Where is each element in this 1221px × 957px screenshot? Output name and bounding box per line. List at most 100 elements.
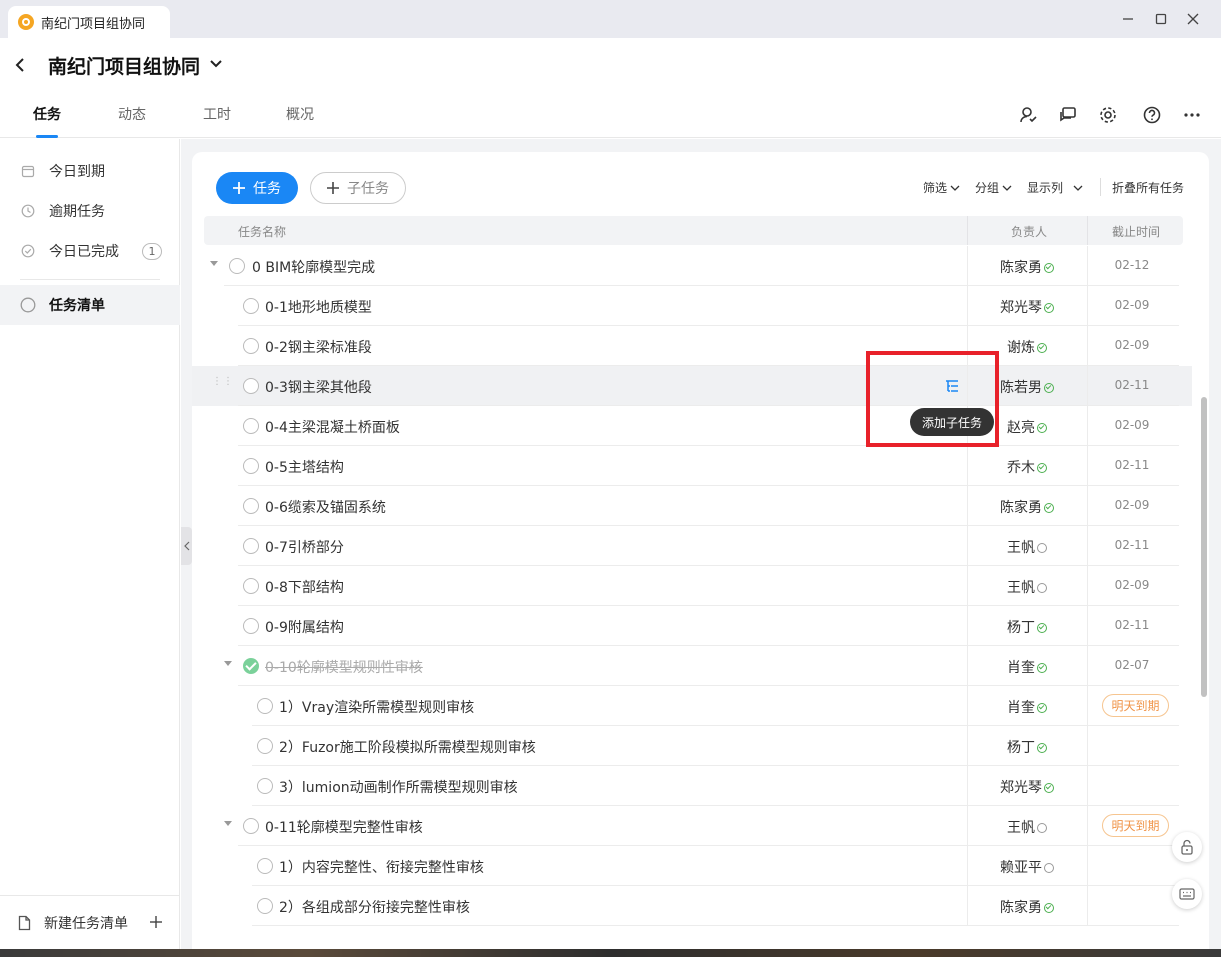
collapse-sidebar-handle[interactable] (181, 527, 192, 565)
add-task-button[interactable]: 任务 (216, 172, 298, 204)
table-row[interactable]: 0-4主梁混凝土桥面板 赵亮 02-09 (192, 406, 1192, 446)
task-name[interactable]: 2）Fuzor施工阶段模拟所需模型规则审核 (279, 737, 536, 757)
task-checkbox[interactable] (257, 698, 273, 714)
table-row[interactable]: 1）Vray渲染所需模型规则审核 肖奎 明天到期 (192, 686, 1192, 726)
maximize-icon[interactable] (1150, 8, 1172, 30)
sidebar-item-due-today[interactable]: 今日到期 (0, 151, 180, 191)
task-checkbox[interactable] (243, 618, 259, 634)
due-date[interactable]: 02-09 (1088, 298, 1176, 312)
new-task-list-button[interactable]: 新建任务清单 (0, 895, 180, 950)
table-row[interactable]: 3）lumion动画制作所需模型规则审核 郑光琴 (192, 766, 1192, 806)
task-name[interactable]: 0 BIM轮廓模型完成 (252, 257, 375, 277)
task-checkbox[interactable] (257, 738, 273, 754)
task-name[interactable]: 0-5主塔结构 (265, 457, 344, 477)
table-row[interactable]: 0-10轮廓模型规则性审核 肖奎 02-07 (192, 646, 1192, 686)
add-subtask-button[interactable]: 子任务 (310, 172, 406, 204)
filter-dropdown[interactable]: 筛选 (923, 179, 961, 196)
task-checkbox[interactable] (229, 258, 245, 274)
table-row[interactable]: 0-1地形地质模型 郑光琴 02-09 (192, 286, 1192, 326)
task-owner[interactable]: 肖奎 (968, 657, 1086, 677)
drag-handle-icon[interactable]: ⋮⋮ (212, 377, 233, 393)
due-date[interactable]: 02-09 (1088, 338, 1176, 352)
table-row[interactable]: 0-5主塔结构 乔木 02-11 (192, 446, 1192, 486)
table-row[interactable]: ⋮⋮ 0-3钢主梁其他段 陈若男 02-11 (192, 366, 1192, 406)
tab-activity[interactable]: 动态 (118, 104, 146, 124)
task-owner[interactable]: 杨丁 (968, 737, 1086, 757)
task-checkbox[interactable] (243, 418, 259, 434)
more-icon[interactable] (1181, 104, 1203, 126)
due-date[interactable]: 02-11 (1088, 618, 1176, 632)
expand-caret-icon[interactable] (224, 661, 232, 666)
task-checkbox[interactable] (257, 778, 273, 794)
task-name[interactable]: 0-9附属结构 (265, 617, 344, 637)
due-date[interactable]: 02-09 (1088, 578, 1176, 592)
expand-caret-icon[interactable] (210, 261, 218, 266)
table-row[interactable]: 0-11轮廓模型完整性审核 王帆 明天到期 (192, 806, 1192, 846)
task-name[interactable]: 1）内容完整性、衔接完整性审核 (279, 857, 484, 877)
table-row[interactable]: 0-9附属结构 杨丁 02-11 (192, 606, 1192, 646)
table-row[interactable]: 0-2钢主梁标准段 谢炼 02-09 (192, 326, 1192, 366)
gear-icon[interactable] (1097, 104, 1119, 126)
sidebar-item-completed-today[interactable]: 今日已完成 1 (0, 231, 180, 271)
task-owner[interactable]: 郑光琴 (968, 777, 1086, 797)
task-owner[interactable]: 杨丁 (968, 617, 1086, 637)
task-checkbox[interactable] (243, 498, 259, 514)
task-checkbox[interactable] (243, 378, 259, 394)
task-checkbox[interactable] (243, 658, 259, 674)
minimize-icon[interactable] (1117, 8, 1139, 30)
task-name[interactable]: 0-10轮廓模型规则性审核 (265, 657, 423, 677)
columns-dropdown[interactable]: 显示列 (1027, 179, 1085, 196)
due-date[interactable]: 02-11 (1088, 378, 1176, 392)
expand-caret-icon[interactable] (224, 821, 232, 826)
members-icon[interactable] (1017, 104, 1039, 126)
task-name[interactable]: 3）lumion动画制作所需模型规则审核 (279, 777, 518, 797)
task-owner[interactable]: 王帆 (968, 537, 1086, 557)
due-date[interactable]: 02-11 (1088, 458, 1176, 472)
task-name[interactable]: 0-8下部结构 (265, 577, 344, 597)
group-dropdown[interactable]: 分组 (975, 179, 1013, 196)
collapse-all-button[interactable]: 折叠所有任务 (1112, 179, 1184, 196)
table-row[interactable]: 0-8下部结构 王帆 02-09 (192, 566, 1192, 606)
due-date[interactable]: 02-11 (1088, 538, 1176, 552)
tab-tasks[interactable]: 任务 (33, 104, 61, 124)
table-row[interactable]: 0-6缆索及锚固系统 陈家勇 02-09 (192, 486, 1192, 526)
task-checkbox[interactable] (243, 298, 259, 314)
task-name[interactable]: 2）各组成部分衔接完整性审核 (279, 897, 470, 917)
task-name[interactable]: 0-1地形地质模型 (265, 297, 372, 317)
due-date[interactable]: 02-12 (1088, 258, 1176, 272)
chat-icon[interactable] (1057, 104, 1079, 126)
task-owner[interactable]: 郑光琴 (968, 297, 1086, 317)
task-owner[interactable]: 陈家勇 (968, 257, 1086, 277)
tab-worktime[interactable]: 工时 (203, 104, 231, 124)
table-row[interactable]: 0-7引桥部分 王帆 02-11 (192, 526, 1192, 566)
sidebar-item-overdue[interactable]: 逾期任务 (0, 191, 180, 231)
table-row[interactable]: 2）各组成部分衔接完整性审核 陈家勇 (192, 886, 1192, 926)
lock-icon[interactable] (1172, 832, 1202, 862)
task-owner[interactable]: 王帆 (968, 577, 1086, 597)
task-name[interactable]: 0-3钢主梁其他段 (265, 377, 372, 397)
due-date[interactable]: 02-07 (1088, 658, 1176, 672)
task-name[interactable]: 0-11轮廓模型完整性审核 (265, 817, 423, 837)
due-soon-badge[interactable]: 明天到期 (1102, 814, 1169, 837)
task-checkbox[interactable] (257, 858, 273, 874)
task-name[interactable]: 0-4主梁混凝土桥面板 (265, 417, 400, 437)
task-owner[interactable]: 王帆 (968, 817, 1086, 837)
scrollbar[interactable] (1201, 397, 1207, 697)
window-tab[interactable]: 南纪门项目组协同 (8, 6, 170, 38)
project-title[interactable]: 南纪门项目组协同 (48, 52, 200, 79)
table-row[interactable]: 0 BIM轮廓模型完成 陈家勇 02-12 (192, 246, 1192, 286)
due-date[interactable]: 02-09 (1088, 498, 1176, 512)
tab-overview[interactable]: 概况 (286, 104, 314, 124)
task-owner[interactable]: 肖奎 (968, 697, 1086, 717)
task-name[interactable]: 1）Vray渲染所需模型规则审核 (279, 697, 474, 717)
task-checkbox[interactable] (243, 538, 259, 554)
task-owner[interactable]: 陈家勇 (968, 897, 1086, 917)
table-row[interactable]: 1）内容完整性、衔接完整性审核 赖亚平 (192, 846, 1192, 886)
due-soon-badge[interactable]: 明天到期 (1102, 694, 1169, 717)
task-checkbox[interactable] (243, 578, 259, 594)
task-checkbox[interactable] (257, 898, 273, 914)
task-checkbox[interactable] (243, 458, 259, 474)
task-owner[interactable]: 陈家勇 (968, 497, 1086, 517)
help-icon[interactable] (1141, 104, 1163, 126)
back-icon[interactable] (14, 52, 34, 78)
